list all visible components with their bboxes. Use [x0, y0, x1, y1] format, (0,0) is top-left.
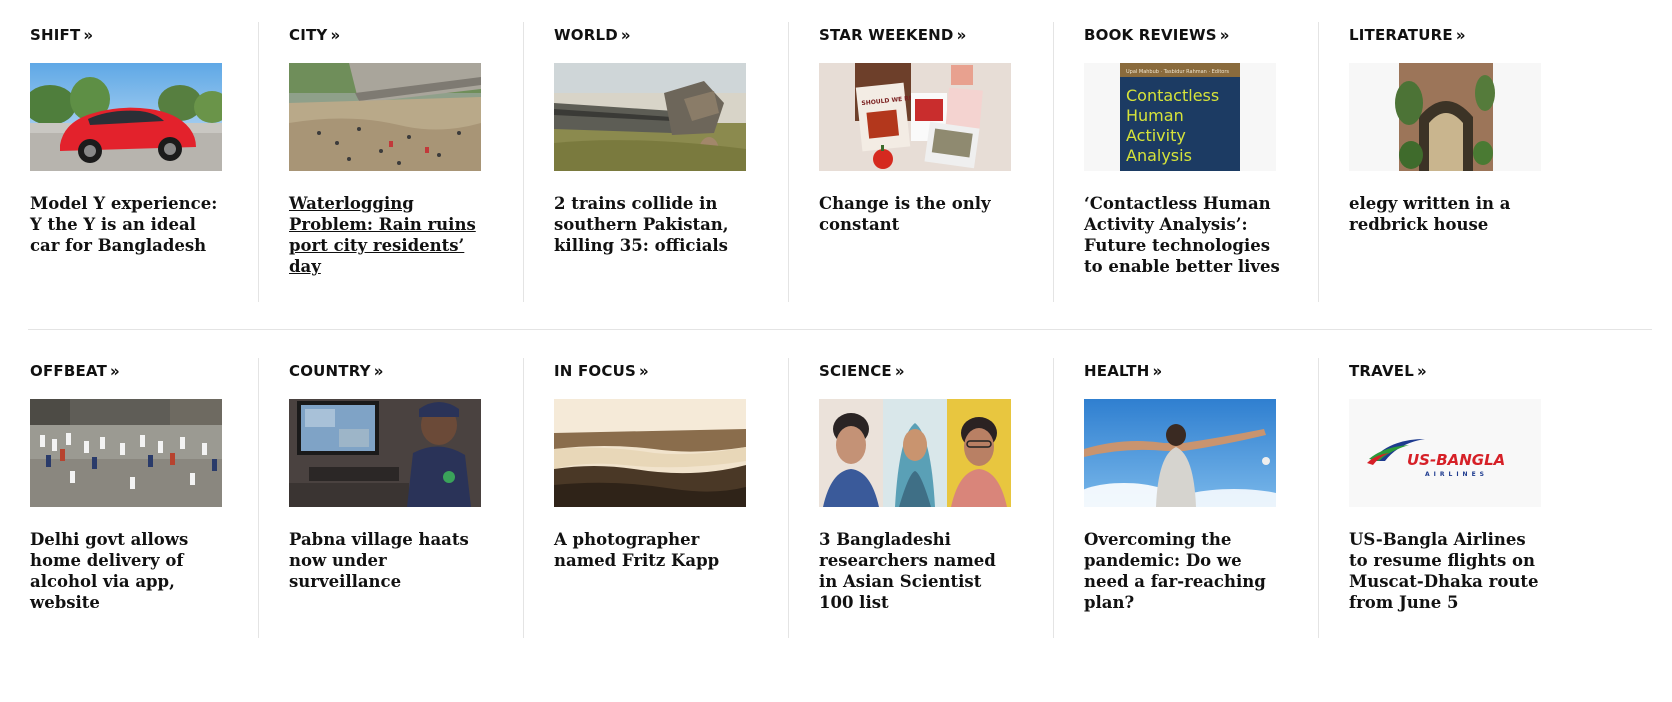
- thumbnail-police-cctv[interactable]: [289, 399, 481, 507]
- headline-travel[interactable]: US-Bangla Airlines to resume flights on …: [1349, 529, 1549, 613]
- usbangla-logo-image: US-BANGLA AIRLINES: [1349, 399, 1541, 507]
- section-label-country: COUNTRY: [289, 362, 371, 380]
- book-cover-title-line-3: Activity: [1126, 126, 1186, 145]
- chevron-double-right-icon: »: [83, 25, 93, 45]
- train-wreck-image: [554, 63, 746, 171]
- section-row-2: OFFBEAT » Delhi govt allows home deliver…: [0, 358, 1672, 638]
- section-link-science[interactable]: SCIENCE »: [819, 360, 905, 382]
- section-card-science: SCIENCE » 3 Bangladeshi researchers name…: [788, 358, 1053, 638]
- section-link-world[interactable]: WORLD »: [554, 24, 631, 46]
- thumbnail-crowd-street[interactable]: [30, 399, 222, 507]
- magazine-collage-image: SHOULD WE RETHINK: [819, 63, 1011, 171]
- section-link-city[interactable]: CITY »: [289, 24, 340, 46]
- thumbnail-sepia-river[interactable]: [554, 399, 746, 507]
- crowd-street-image: [30, 399, 222, 507]
- chevron-double-right-icon: »: [1219, 25, 1230, 45]
- chevron-double-right-icon: »: [1455, 25, 1466, 45]
- section-card-country: COUNTRY » Pabna village haats now under …: [258, 358, 523, 638]
- section-card-offbeat: OFFBEAT » Delhi govt allows home deliver…: [0, 358, 258, 638]
- section-link-in-focus[interactable]: IN FOCUS »: [554, 360, 649, 382]
- section-link-country[interactable]: COUNTRY »: [289, 360, 384, 382]
- section-label-travel: TRAVEL: [1349, 362, 1414, 380]
- section-link-travel[interactable]: TRAVEL »: [1349, 360, 1427, 382]
- headline-world[interactable]: 2 trains collide in southern Pakistan, k…: [554, 193, 754, 256]
- open-arms-sky-image: [1084, 399, 1276, 507]
- thumbnail-train-wreck[interactable]: [554, 63, 746, 171]
- thumbnail-flooded-street[interactable]: [289, 63, 481, 171]
- book-cover-title-line-1: Contactless: [1126, 86, 1219, 105]
- section-link-shift[interactable]: SHIFT »: [30, 24, 93, 46]
- headline-health[interactable]: Overcoming the pandemic: Do we need a fa…: [1084, 529, 1284, 613]
- headline-book-reviews[interactable]: ‘Contactless Human Activity Analysis’: F…: [1084, 193, 1284, 277]
- headline-science[interactable]: 3 Bangladeshi researchers named in Asian…: [819, 529, 1019, 613]
- book-cover-title-line-4: Analysis: [1126, 146, 1192, 165]
- chevron-double-right-icon: »: [1417, 361, 1427, 381]
- chevron-double-right-icon: »: [373, 361, 384, 381]
- chevron-double-right-icon: »: [894, 361, 905, 381]
- chevron-double-right-icon: »: [330, 25, 340, 45]
- section-link-star-weekend[interactable]: STAR WEEKEND »: [819, 24, 967, 46]
- section-row-1: SHIFT » Model Y experience: Y the Y is a…: [0, 22, 1672, 302]
- chevron-double-right-icon: »: [110, 361, 120, 381]
- headline-offbeat[interactable]: Delhi govt allows home delivery of alcoh…: [30, 529, 230, 613]
- red-car-image: [30, 63, 222, 171]
- section-card-shift: SHIFT » Model Y experience: Y the Y is a…: [0, 22, 258, 302]
- section-card-star-weekend: STAR WEEKEND » SHOULD WE RETHINK Change …: [788, 22, 1053, 302]
- chevron-double-right-icon: »: [1152, 361, 1162, 381]
- section-card-book-reviews: BOOK REVIEWS » Upal Mahbub · Tasbidur Ra…: [1053, 22, 1318, 302]
- section-label-in-focus: IN FOCUS: [554, 362, 636, 380]
- headline-city[interactable]: Waterlogging Problem: Rain ruins port ci…: [289, 193, 489, 277]
- book-cover-authors: Upal Mahbub · Tasbidur Rahman · Editors: [1126, 69, 1229, 75]
- thumbnail-usbangla-logo[interactable]: US-BANGLA AIRLINES: [1349, 399, 1541, 507]
- section-link-book-reviews[interactable]: BOOK REVIEWS »: [1084, 24, 1230, 46]
- headline-country[interactable]: Pabna village haats now under surveillan…: [289, 529, 489, 592]
- headline-shift[interactable]: Model Y experience: Y the Y is an ideal …: [30, 193, 230, 256]
- row-divider: [28, 329, 1652, 330]
- section-label-book-reviews: BOOK REVIEWS: [1084, 26, 1217, 44]
- thumbnail-book-cover[interactable]: Upal Mahbub · Tasbidur Rahman · Editors …: [1084, 63, 1276, 171]
- thumbnail-open-arms-sky[interactable]: [1084, 399, 1276, 507]
- section-card-health: HEALTH » Overcoming the pandemic: Do we …: [1053, 358, 1318, 638]
- book-cover-image: Upal Mahbub · Tasbidur Rahman · Editors …: [1084, 63, 1276, 171]
- three-researchers-image: [819, 399, 1011, 507]
- section-link-offbeat[interactable]: OFFBEAT »: [30, 360, 120, 382]
- chevron-double-right-icon: »: [638, 361, 649, 381]
- section-card-travel: TRAVEL » US-BANGLA AIRLINES US-Bangla Ai…: [1318, 358, 1583, 638]
- section-label-shift: SHIFT: [30, 26, 81, 44]
- section-label-literature: LITERATURE: [1349, 26, 1453, 44]
- section-label-health: HEALTH: [1084, 362, 1150, 380]
- thumbnail-arched-courtyard[interactable]: [1349, 63, 1541, 171]
- thumbnail-red-car[interactable]: [30, 63, 222, 171]
- arched-courtyard-image: [1349, 63, 1541, 171]
- section-link-health[interactable]: HEALTH »: [1084, 360, 1162, 382]
- flooded-street-image: [289, 63, 481, 171]
- section-card-in-focus: IN FOCUS » A photographer named Fritz Ka…: [523, 358, 788, 638]
- airline-logo-text: US-BANGLA: [1407, 451, 1505, 469]
- chevron-double-right-icon: »: [620, 25, 631, 45]
- section-card-world: WORLD » 2 trains collide in southern Pak…: [523, 22, 788, 302]
- book-cover-title-line-2: Human: [1126, 106, 1184, 125]
- section-card-literature: LITERATURE » elegy written in a redbrick…: [1318, 22, 1583, 302]
- section-label-star-weekend: STAR WEEKEND: [819, 26, 954, 44]
- headline-star-weekend[interactable]: Change is the only constant: [819, 193, 1019, 235]
- police-cctv-image: [289, 399, 481, 507]
- headline-in-focus[interactable]: A photographer named Fritz Kapp: [554, 529, 754, 571]
- chevron-double-right-icon: »: [956, 25, 967, 45]
- section-label-city: CITY: [289, 26, 328, 44]
- airline-logo-subtext: AIRLINES: [1425, 471, 1488, 478]
- thumbnail-magazine-collage[interactable]: SHOULD WE RETHINK: [819, 63, 1011, 171]
- sepia-river-image: [554, 399, 746, 507]
- section-label-offbeat: OFFBEAT: [30, 362, 108, 380]
- thumbnail-three-researchers[interactable]: [819, 399, 1011, 507]
- section-label-world: WORLD: [554, 26, 618, 44]
- headline-literature[interactable]: elegy written in a redbrick house: [1349, 193, 1549, 235]
- section-card-city: CITY » Waterlogging Problem: Rain ruins …: [258, 22, 523, 302]
- section-link-literature[interactable]: LITERATURE »: [1349, 24, 1466, 46]
- section-label-science: SCIENCE: [819, 362, 892, 380]
